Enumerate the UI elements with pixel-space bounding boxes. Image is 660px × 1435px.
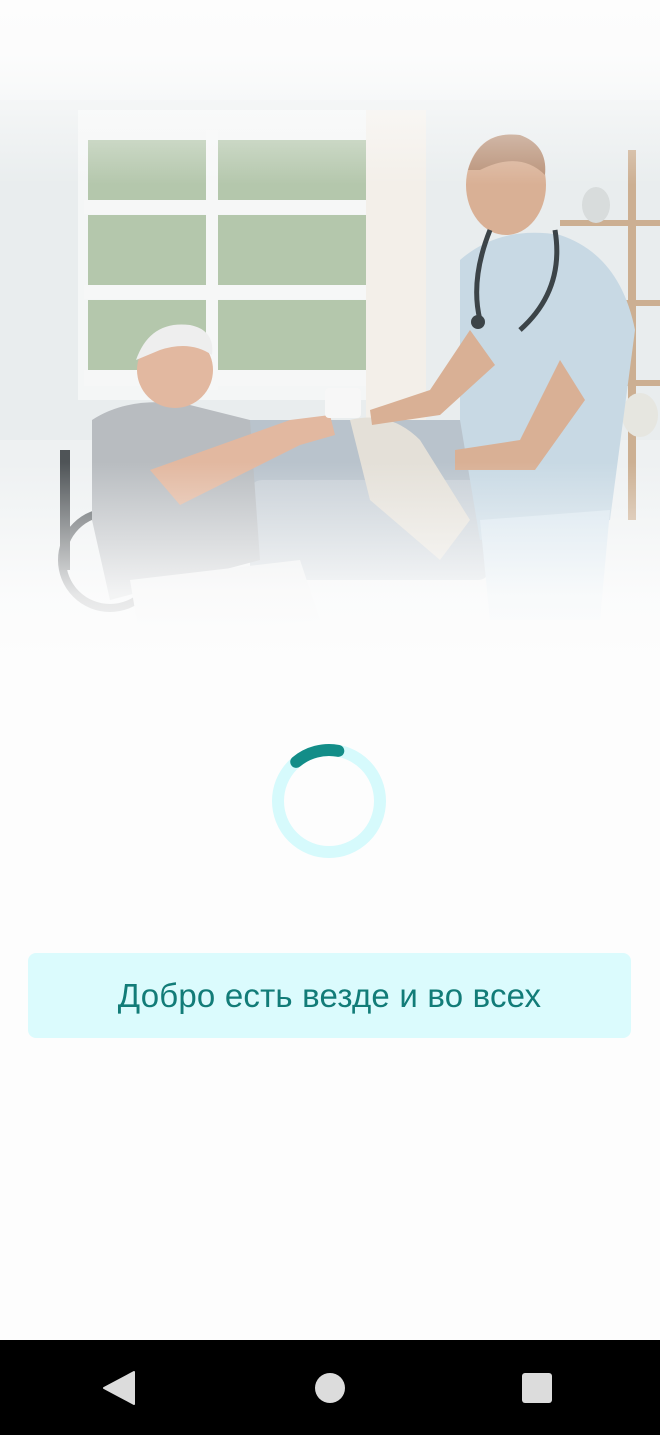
system-navigation-bar xyxy=(0,1340,660,1435)
back-triangle-icon xyxy=(103,1370,135,1405)
nav-back-button[interactable] xyxy=(64,1340,174,1435)
recents-square-icon xyxy=(522,1372,552,1403)
welcome-message-text: Добро есть везде и во всех xyxy=(117,976,542,1014)
nav-recents-button[interactable] xyxy=(482,1340,592,1435)
loading-screen: Добро есть везде и во всех xyxy=(0,0,660,1435)
nav-home-button[interactable] xyxy=(275,1340,385,1435)
welcome-message-card: Добро есть везде и во всех xyxy=(28,953,631,1038)
loading-spinner xyxy=(271,743,387,859)
home-circle-icon xyxy=(315,1372,345,1403)
hero-illustration xyxy=(0,0,660,660)
